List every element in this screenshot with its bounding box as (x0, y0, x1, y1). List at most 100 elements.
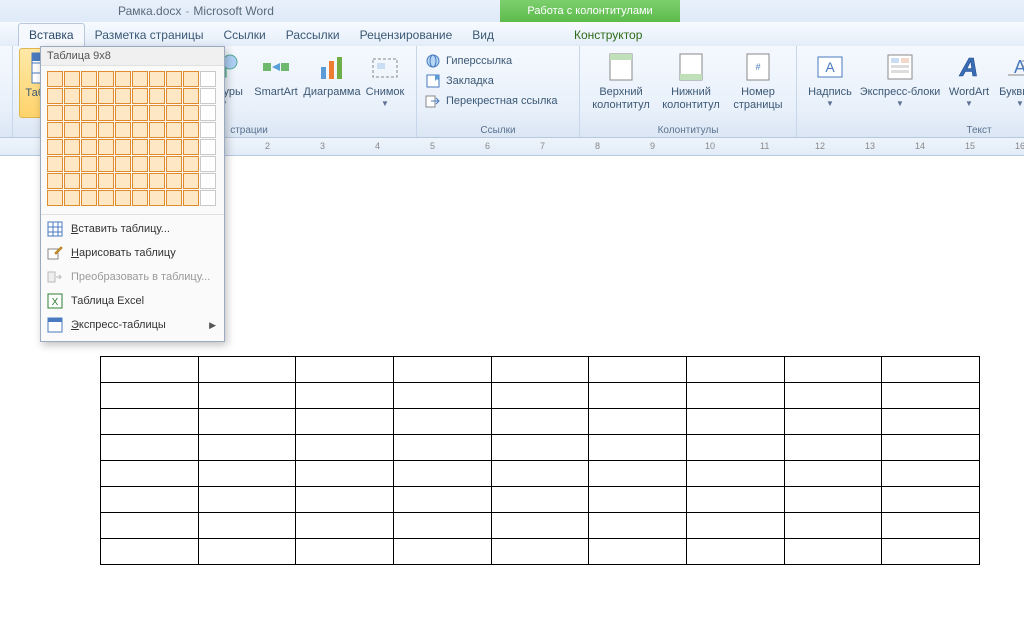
grid-cell[interactable] (183, 105, 199, 121)
grid-cell[interactable] (47, 105, 63, 121)
grid-cell[interactable] (64, 139, 80, 155)
grid-cell[interactable] (81, 88, 97, 104)
grid-cell[interactable] (200, 122, 216, 138)
document-table[interactable] (100, 356, 980, 565)
table-cell[interactable] (393, 435, 491, 461)
table-cell[interactable] (589, 357, 687, 383)
grid-cell[interactable] (47, 122, 63, 138)
grid-cell[interactable] (98, 173, 114, 189)
draw-table-menu[interactable]: Нарисовать таблицу (41, 241, 224, 265)
table-cell[interactable] (686, 383, 784, 409)
tab-view[interactable]: Вид (462, 24, 504, 46)
table-cell[interactable] (686, 461, 784, 487)
tab-references[interactable]: Ссылки (213, 24, 275, 46)
table-cell[interactable] (393, 461, 491, 487)
grid-cell[interactable] (149, 71, 165, 87)
pagenumber-button[interactable]: # Номер страницы (726, 48, 790, 118)
table-cell[interactable] (296, 357, 394, 383)
textbox-button[interactable]: A Надпись ▼ (803, 48, 857, 118)
table-cell[interactable] (101, 435, 199, 461)
table-cell[interactable] (784, 487, 882, 513)
grid-cell[interactable] (183, 122, 199, 138)
grid-cell[interactable] (149, 139, 165, 155)
footer-button[interactable]: Нижний колонтитул (656, 48, 726, 118)
grid-cell[interactable] (47, 71, 63, 87)
grid-cell[interactable] (166, 173, 182, 189)
table-cell[interactable] (296, 513, 394, 539)
grid-cell[interactable] (200, 156, 216, 172)
grid-cell[interactable] (115, 71, 131, 87)
table-cell[interactable] (589, 409, 687, 435)
grid-cell[interactable] (149, 105, 165, 121)
grid-cell[interactable] (132, 122, 148, 138)
table-cell[interactable] (296, 539, 394, 565)
bookmark-button[interactable]: Закладка (423, 72, 573, 90)
grid-cell[interactable] (200, 139, 216, 155)
table-cell[interactable] (393, 357, 491, 383)
table-cell[interactable] (491, 487, 589, 513)
grid-cell[interactable] (115, 139, 131, 155)
grid-cell[interactable] (81, 139, 97, 155)
grid-cell[interactable] (166, 88, 182, 104)
table-cell[interactable] (589, 539, 687, 565)
table-cell[interactable] (491, 435, 589, 461)
table-cell[interactable] (784, 357, 882, 383)
tab-review[interactable]: Рецензирование (350, 24, 463, 46)
grid-cell[interactable] (149, 122, 165, 138)
grid-cell[interactable] (166, 156, 182, 172)
grid-cell[interactable] (115, 122, 131, 138)
table-cell[interactable] (198, 409, 296, 435)
table-cell[interactable] (882, 357, 980, 383)
grid-cell[interactable] (64, 122, 80, 138)
table-cell[interactable] (589, 461, 687, 487)
table-cell[interactable] (393, 513, 491, 539)
table-cell[interactable] (101, 513, 199, 539)
grid-cell[interactable] (183, 156, 199, 172)
table-cell[interactable] (686, 409, 784, 435)
grid-cell[interactable] (183, 88, 199, 104)
grid-cell[interactable] (64, 173, 80, 189)
insert-table-menu[interactable]: Вставить таблицу... (41, 217, 224, 241)
table-cell[interactable] (589, 513, 687, 539)
table-cell[interactable] (198, 383, 296, 409)
table-cell[interactable] (589, 435, 687, 461)
table-cell[interactable] (393, 409, 491, 435)
tab-designer[interactable]: Конструктор (564, 24, 652, 46)
table-cell[interactable] (784, 513, 882, 539)
grid-cell[interactable] (64, 88, 80, 104)
table-cell[interactable] (198, 357, 296, 383)
grid-cell[interactable] (81, 156, 97, 172)
grid-cell[interactable] (47, 139, 63, 155)
table-cell[interactable] (686, 357, 784, 383)
grid-cell[interactable] (64, 105, 80, 121)
table-cell[interactable] (101, 383, 199, 409)
grid-cell[interactable] (132, 156, 148, 172)
grid-cell[interactable] (115, 105, 131, 121)
grid-cell[interactable] (98, 88, 114, 104)
grid-cell[interactable] (200, 88, 216, 104)
grid-cell[interactable] (98, 122, 114, 138)
table-cell[interactable] (296, 383, 394, 409)
table-cell[interactable] (491, 461, 589, 487)
grid-cell[interactable] (98, 190, 114, 206)
grid-cell[interactable] (81, 190, 97, 206)
grid-cell[interactable] (64, 156, 80, 172)
table-cell[interactable] (296, 435, 394, 461)
quickparts-button[interactable]: Экспресс-блоки ▼ (857, 48, 943, 118)
wordart-button[interactable]: A WordArt ▼ (943, 48, 995, 118)
table-cell[interactable] (101, 539, 199, 565)
table-cell[interactable] (784, 435, 882, 461)
table-cell[interactable] (198, 513, 296, 539)
table-cell[interactable] (491, 357, 589, 383)
grid-cell[interactable] (166, 139, 182, 155)
grid-cell[interactable] (166, 71, 182, 87)
table-cell[interactable] (296, 487, 394, 513)
table-cell[interactable] (198, 539, 296, 565)
grid-cell[interactable] (149, 156, 165, 172)
table-cell[interactable] (784, 409, 882, 435)
grid-cell[interactable] (183, 173, 199, 189)
grid-cell[interactable] (115, 190, 131, 206)
grid-cell[interactable] (132, 88, 148, 104)
grid-cell[interactable] (98, 71, 114, 87)
grid-cell[interactable] (132, 139, 148, 155)
